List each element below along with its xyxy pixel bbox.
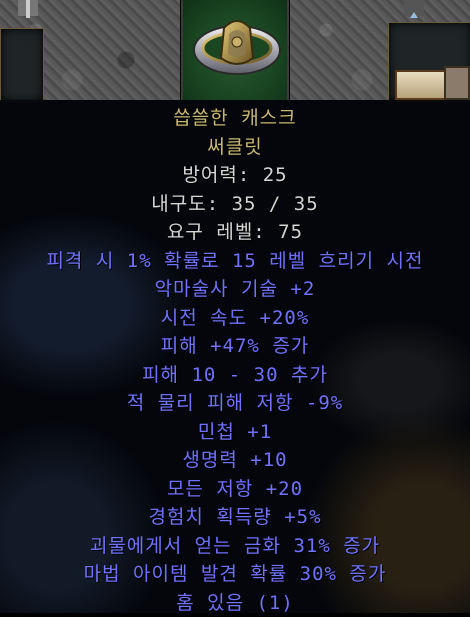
item-base-type: 써클릿 xyxy=(0,133,470,162)
item-required-level: 요구 레벨: 75 xyxy=(0,218,470,247)
item-mod: 시전 속도 +20% xyxy=(0,304,470,333)
item-defense: 방어력: 25 xyxy=(0,161,470,190)
shield-item-icon[interactable] xyxy=(444,66,470,100)
item-mod: 생명력 +10 xyxy=(0,446,470,475)
item-property-list: 씁쓸한 캐스크 써클릿 방어력: 25 내구도: 35 / 35 요구 레벨: … xyxy=(0,100,470,617)
item-mod: 적 물리 피해 저항 -9% xyxy=(0,389,470,418)
item-mod: 피해 +47% 증가 xyxy=(0,332,470,361)
banner-icon xyxy=(18,0,38,20)
item-tooltip: 씁쓸한 캐스크 써클릿 방어력: 25 내구도: 35 / 35 요구 레벨: … xyxy=(0,100,470,613)
equipped-item-slot[interactable] xyxy=(181,0,289,100)
item-mod: 민첩 +1 xyxy=(0,418,470,447)
item-mod: 마법 아이템 발견 확률 30% 증가 xyxy=(0,560,470,589)
item-mod: 모든 저항 +20 xyxy=(0,475,470,504)
inventory-slot-left[interactable] xyxy=(0,28,44,102)
item-mod: 괴물에게서 얻는 금화 31% 증가 xyxy=(0,532,470,561)
circlet-icon xyxy=(191,10,283,84)
banner-icon xyxy=(404,0,424,20)
item-mod: 악마술사 기술 +2 xyxy=(0,275,470,304)
item-name: 씁쓸한 캐스크 xyxy=(0,104,470,133)
item-mod: 피해 10 - 30 추가 xyxy=(0,361,470,390)
item-durability: 내구도: 35 / 35 xyxy=(0,190,470,219)
item-mod: 피격 시 1% 확률로 15 레벨 흐리기 시전 xyxy=(0,247,470,276)
item-mod: 경험치 획득량 +5% xyxy=(0,503,470,532)
